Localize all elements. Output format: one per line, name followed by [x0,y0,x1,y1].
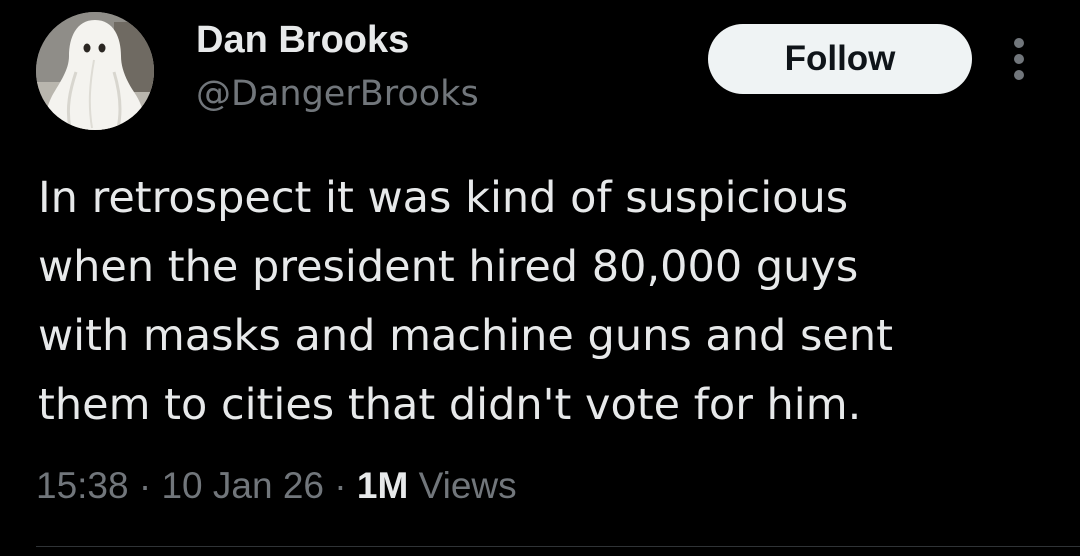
tweet: Dan Brooks @DangerBrooks Follow In retro… [0,0,1080,556]
timestamp-date[interactable]: 10 Jan 26 [161,465,324,506]
tweet-text-line: In retrospect it was kind of suspicious [38,173,849,223]
user-handle[interactable]: @DangerBrooks [196,72,479,116]
tweet-text: In retrospect it was kind of suspicious … [38,164,1068,440]
meta-separator: · [334,465,347,506]
views-count: 1M [356,465,409,506]
ghost-costume-avatar-icon [36,12,154,130]
timestamp-time[interactable]: 15:38 [36,465,129,506]
meta-separator: · [138,465,152,506]
tweet-text-line: when the president hired 80,000 guys [38,242,859,292]
tweet-text-line: with masks and machine guns and sent [38,311,893,361]
views-label: Views [418,465,517,506]
follow-button[interactable]: Follow [708,24,972,94]
tweet-meta: 15:38 · 10 Jan 26 · 1M Views [36,462,517,510]
divider [36,546,1080,547]
more-options-button[interactable] [1004,36,1034,82]
tweet-text-line: them to cities that didn't vote for him. [38,380,862,430]
avatar[interactable] [36,12,154,130]
display-name[interactable]: Dan Brooks [196,18,409,62]
